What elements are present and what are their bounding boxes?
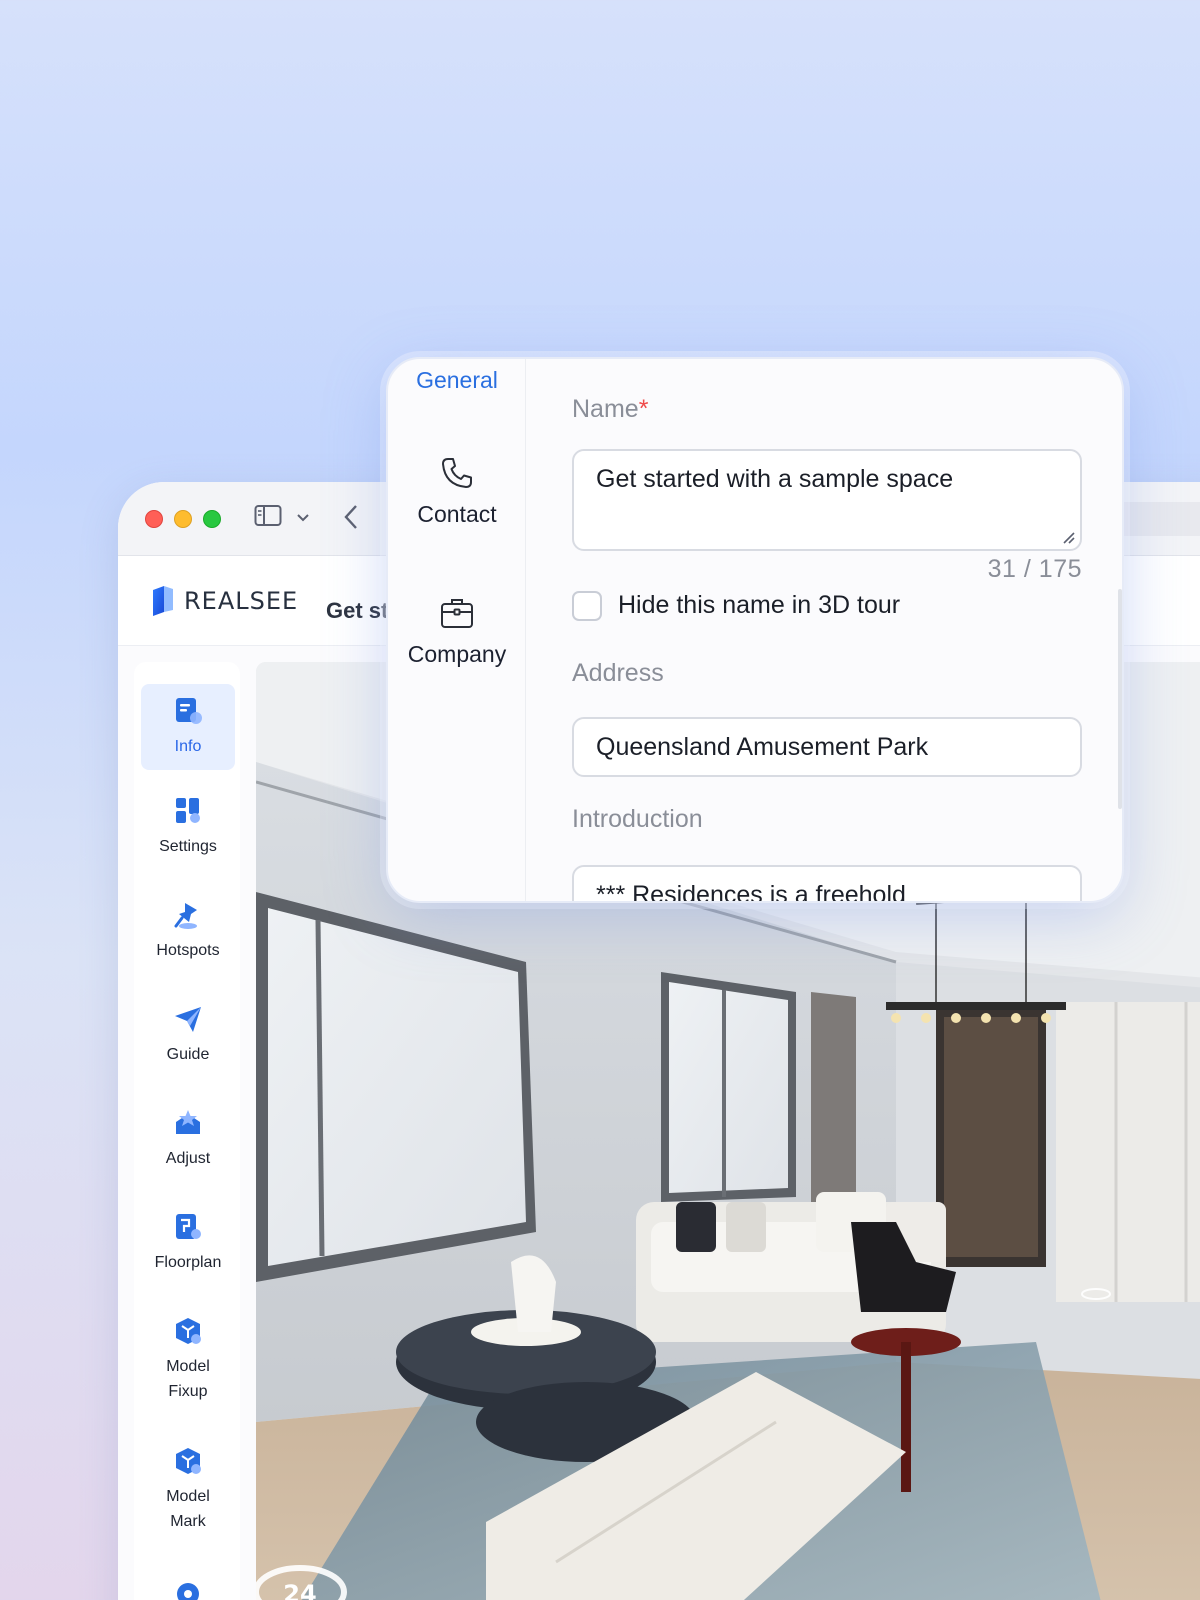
nav-general[interactable]: General bbox=[388, 367, 526, 394]
sidebar-item-label: Guide bbox=[166, 1046, 210, 1063]
nav-company[interactable]: Company bbox=[388, 595, 526, 668]
panel-scrollbar[interactable] bbox=[1118, 589, 1122, 809]
brand-name: REALSEE bbox=[184, 587, 299, 615]
sidebar-item-hotspots[interactable]: Hotspots bbox=[141, 900, 235, 963]
sidebar-item-settings[interactable]: Settings bbox=[141, 796, 235, 859]
chevron-down-icon[interactable] bbox=[296, 510, 310, 528]
hotspot-number[interactable]: 24 bbox=[283, 1580, 316, 1600]
pin-icon bbox=[174, 903, 197, 929]
sidebar-item-label: Settings bbox=[159, 838, 217, 855]
name-value: Get started with a sample space bbox=[596, 465, 954, 493]
name-label-text: Name bbox=[572, 395, 639, 423]
address-input[interactable]: Queensland Amusement Park bbox=[572, 717, 1082, 777]
sidebar-item-label: Info bbox=[174, 738, 202, 755]
address-value: Queensland Amusement Park bbox=[596, 733, 929, 761]
nav-contact[interactable]: Contact bbox=[388, 455, 526, 528]
briefcase-icon bbox=[441, 599, 473, 628]
back-arrow-icon[interactable] bbox=[344, 504, 358, 535]
sidebar-item-label: Adjust bbox=[165, 1150, 211, 1167]
paper-plane-icon bbox=[175, 1007, 201, 1032]
general-form: Name* Get started with a sample space 31… bbox=[572, 359, 1082, 901]
editor-sidebar: Info Settings Hotspots Guide Adjust Floo… bbox=[134, 662, 240, 1600]
hide-name-checkbox[interactable] bbox=[572, 591, 602, 621]
phone-icon bbox=[442, 458, 472, 488]
model-cube-icon bbox=[176, 1318, 201, 1344]
sidebar-item-label: Floorplan bbox=[154, 1254, 222, 1271]
floorplan-icon bbox=[176, 1214, 201, 1239]
maximize-window-button[interactable] bbox=[203, 510, 221, 528]
settings-blocks-icon bbox=[176, 798, 200, 823]
required-mark: * bbox=[638, 395, 649, 423]
sidebar-item-adjust[interactable]: Adjust bbox=[141, 1108, 235, 1171]
nav-company-label: Company bbox=[407, 641, 507, 667]
space-info-panel: General Contact Company Name* Get starte… bbox=[386, 357, 1124, 903]
introduction-textarea[interactable]: *** Residences is a freehold bbox=[572, 865, 1082, 903]
sidebar-item-label: Model Mark bbox=[166, 1488, 210, 1530]
panel-nav: General Contact Company bbox=[388, 359, 526, 901]
adjust-tray-icon bbox=[176, 1110, 200, 1134]
introduction-value: *** Residences is a freehold bbox=[596, 881, 906, 903]
info-doc-icon bbox=[176, 698, 202, 724]
model-cube-icon bbox=[176, 1448, 201, 1474]
name-textarea[interactable]: Get started with a sample space bbox=[572, 449, 1082, 551]
sidebar-item-more[interactable] bbox=[141, 1580, 235, 1600]
close-window-button[interactable] bbox=[145, 510, 163, 528]
resize-handle-icon[interactable] bbox=[1062, 531, 1076, 545]
nav-contact-label: Contact bbox=[417, 501, 497, 527]
page-title: Get st bbox=[326, 598, 389, 623]
location-icon bbox=[177, 1583, 199, 1600]
introduction-label: Introduction bbox=[572, 805, 703, 833]
address-label: Address bbox=[572, 659, 664, 687]
sidebar-item-floorplan[interactable]: Floorplan bbox=[141, 1212, 235, 1275]
nav-general-label: General bbox=[416, 367, 498, 393]
hide-name-label: Hide this name in 3D tour bbox=[618, 591, 901, 619]
minimize-window-button[interactable] bbox=[174, 510, 192, 528]
name-label: Name* bbox=[572, 395, 648, 424]
sidebar-toggle-icon[interactable] bbox=[254, 504, 282, 533]
sidebar-item-model-mark[interactable]: Model Mark bbox=[141, 1446, 235, 1534]
sidebar-item-label: Model Fixup bbox=[166, 1358, 210, 1400]
name-char-counter: 31 / 175 bbox=[987, 555, 1082, 583]
realsee-logo: REALSEE bbox=[150, 584, 298, 618]
sidebar-item-info[interactable]: Info bbox=[141, 684, 235, 770]
realsee-logo-icon bbox=[153, 586, 173, 616]
sidebar-item-guide[interactable]: Guide bbox=[141, 1004, 235, 1067]
sidebar-item-model-fixup[interactable]: Model Fixup bbox=[141, 1316, 235, 1404]
sidebar-item-label: Hotspots bbox=[156, 942, 220, 959]
